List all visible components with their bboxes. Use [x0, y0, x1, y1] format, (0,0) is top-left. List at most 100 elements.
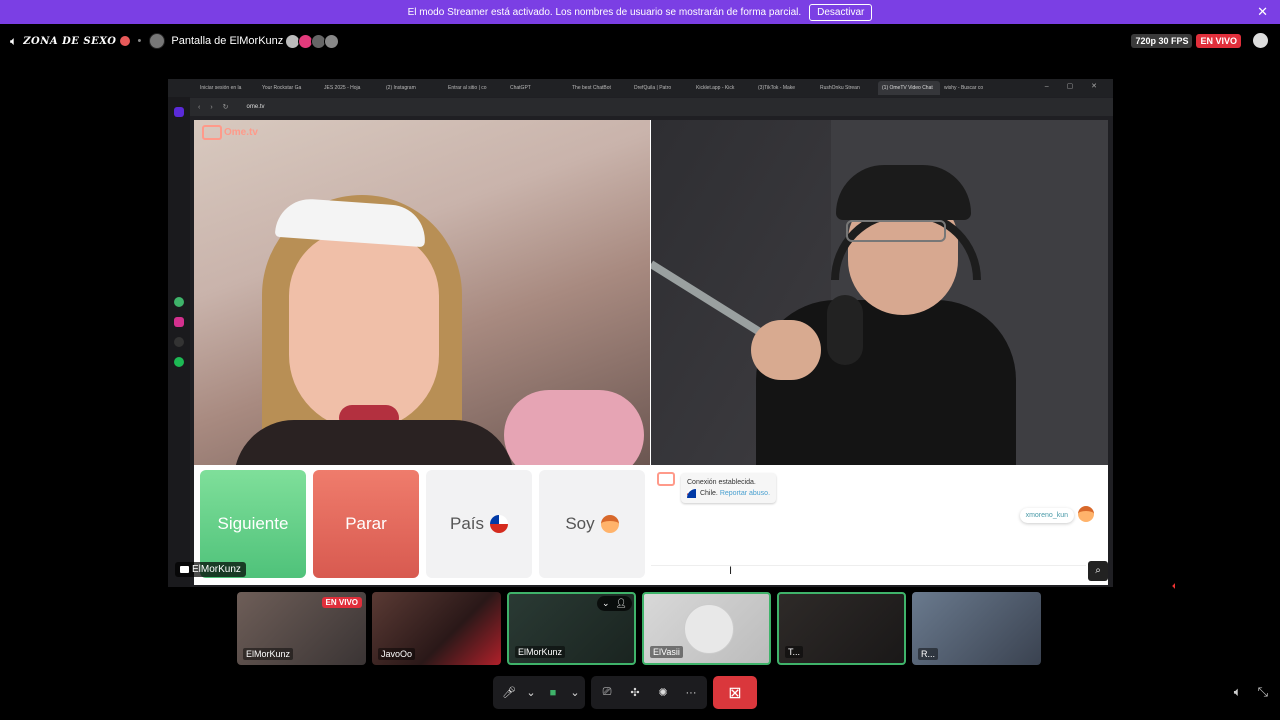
- chevron-down-icon[interactable]: ⌄: [526, 683, 535, 703]
- leave-call-button[interactable]: ⊠: [713, 676, 757, 709]
- volume-icon[interactable]: 🔈︎: [1234, 684, 1242, 700]
- leave-icon: ⊠: [728, 684, 742, 702]
- boy-emoji-icon: [1078, 506, 1094, 522]
- url-text[interactable]: ome.tv: [247, 104, 265, 110]
- chevron-down-icon: ⌄: [602, 598, 610, 608]
- browser-tab[interactable]: Iniciar sesión en la: [196, 85, 258, 91]
- tile-controls[interactable]: ⌄ 👤︎: [597, 596, 632, 611]
- more-icon[interactable]: ···: [681, 683, 701, 703]
- report-abuse-link[interactable]: Reportar abuso.: [720, 490, 770, 497]
- activities-icon[interactable]: ✣: [625, 683, 645, 703]
- stream-status: 720p 30 FPS EN VIVO: [1131, 33, 1268, 48]
- chile-flag-icon: [687, 488, 696, 498]
- microphone: [827, 295, 863, 365]
- tiktok-icon[interactable]: [174, 337, 184, 347]
- participant-name: ElVasii: [650, 646, 683, 658]
- cap: [836, 165, 971, 220]
- chat-input[interactable]: [651, 565, 1086, 579]
- chevron-down-icon[interactable]: ⌄: [570, 683, 579, 703]
- browser-tab-active[interactable]: (1) OmeTV Video Chat: [878, 81, 940, 95]
- live-badge: EN VIVO: [1196, 33, 1241, 48]
- browser-tab[interactable]: wishy - Buscar co: [940, 85, 1002, 91]
- soundboard-icon[interactable]: ✺: [653, 683, 673, 703]
- chat-icon[interactable]: [1253, 33, 1268, 48]
- ometv-controls: Siguiente Parar País Soy: [200, 470, 645, 578]
- participant-tile[interactable]: ElVasii: [642, 592, 771, 665]
- microphone-icon[interactable]: 🎤︎: [499, 683, 519, 703]
- ometv-logo: Ome.tv: [202, 125, 258, 140]
- participant-tile[interactable]: JavoOo: [372, 592, 501, 665]
- person-body: [234, 420, 514, 465]
- fullscreen-exit-icon[interactable]: ⤡: [1258, 684, 1268, 700]
- camera-icon[interactable]: ■: [543, 683, 563, 703]
- browser-tab[interactable]: ChatGPT: [506, 85, 568, 91]
- user-icon: 👤︎: [615, 598, 627, 608]
- browser-tab[interactable]: Kicklet.app - Kick: [692, 85, 754, 91]
- browser-tab[interactable]: (2) Instagram: [382, 85, 444, 91]
- country-label: País: [449, 514, 485, 533]
- browser-tab[interactable]: (3)TikTok - Make: [754, 85, 816, 91]
- stream-title: Pantalla de ElMorKunz: [171, 35, 284, 47]
- plush-toy: [504, 390, 644, 465]
- stranger-video: Ome.tv: [194, 120, 650, 465]
- browser-tab[interactable]: Entrar al sitio | co: [444, 85, 506, 91]
- country-button[interactable]: País: [426, 470, 532, 578]
- participant-tile[interactable]: ⌄ 👤︎ ElMorKunz: [507, 592, 636, 665]
- participant-tile[interactable]: EN VIVO ElMorKunz: [237, 592, 366, 665]
- viewer-avatars[interactable]: [285, 33, 340, 49]
- nav-arrows-icon[interactable]: ‹›↻: [198, 103, 239, 111]
- user-message: xmoreno_kun: [1019, 508, 1074, 523]
- participant-name: T...: [785, 646, 804, 658]
- browser-tab[interactable]: Your Rockstar Ga: [258, 85, 320, 91]
- person-face: [289, 230, 439, 430]
- av-controls: 🎤︎ ⌄ ■ ⌄: [493, 676, 585, 709]
- participant-name: R...: [918, 648, 939, 660]
- viewer-avatar: [324, 33, 340, 49]
- connection-text: Conexión establecida.: [687, 479, 756, 486]
- instagram-icon[interactable]: [174, 317, 184, 327]
- chile-flag-icon: [490, 515, 509, 533]
- hand: [751, 320, 821, 380]
- zoom-icon[interactable]: ⌕: [1088, 561, 1108, 581]
- disable-streamer-mode-button[interactable]: Desactivar: [809, 3, 873, 21]
- participant-tile[interactable]: R...: [912, 592, 1041, 665]
- home-icon[interactable]: [174, 107, 184, 117]
- participant-name: ElMorKunz: [515, 646, 566, 658]
- system-message: Conexión establecida. Chile. Reportar ab…: [681, 473, 777, 504]
- whatsapp-icon[interactable]: [174, 297, 184, 307]
- view-controls: 🔈︎ ⤡: [1234, 684, 1268, 700]
- gender-button[interactable]: Soy: [539, 470, 645, 578]
- participant-tile[interactable]: T...: [777, 592, 906, 665]
- browser-tab[interactable]: DrefQuila | Patro: [630, 85, 692, 91]
- glasses: [846, 220, 946, 242]
- stream-header: 🔈︎ ZONA DE SEXO • Pantalla de ElMorKunz …: [0, 28, 1280, 54]
- browser-tab-bar: Iniciar sesión en la Your Rockstar Ga JE…: [168, 79, 1113, 97]
- extra-controls: ⎚ ✣ ✺ ···: [591, 676, 707, 709]
- screen-share-icon[interactable]: ⎚: [597, 683, 617, 703]
- boy-emoji-icon: [600, 515, 619, 533]
- chat-pane: Conexión establecida. Chile. Reportar ab…: [651, 465, 1108, 585]
- participant-name: ElMorKunz: [243, 648, 294, 660]
- browser-tab[interactable]: The best ChatBot: [568, 85, 630, 91]
- banner-text: El modo Streamer está activado. Los nomb…: [407, 6, 802, 18]
- own-video: [651, 120, 1108, 465]
- volume-icon[interactable]: 🔈︎: [10, 34, 17, 49]
- browser-tab[interactable]: JES 2025 - Hoja: [320, 85, 382, 91]
- spotify-icon[interactable]: [174, 357, 184, 367]
- browser-sidebar: [168, 97, 190, 587]
- close-icon[interactable]: ✕: [1257, 4, 1268, 20]
- window-controls[interactable]: – ▢ ✕: [1045, 82, 1105, 90]
- address-bar[interactable]: ‹›↻ ome.tv: [190, 98, 1113, 116]
- streamer-mode-banner: El modo Streamer está activado. Los nomb…: [0, 0, 1280, 24]
- text-cursor-icon: I: [729, 565, 733, 577]
- stop-button[interactable]: Parar: [313, 470, 419, 578]
- participant-strip: EN VIVO ElMorKunz JavoOo ⌄ 👤︎ ElMorKunz E…: [237, 592, 1041, 665]
- screen-owner-label: ElMorKunz: [175, 562, 246, 577]
- country-text: Chile.: [699, 490, 718, 498]
- channel-name[interactable]: ZONA DE SEXO: [23, 36, 116, 47]
- screen-icon: [180, 566, 189, 573]
- browser-tab[interactable]: RushOnku Strean: [816, 85, 878, 91]
- ometv-avatar-icon: [657, 472, 675, 486]
- channel-emoji-icon: [119, 36, 130, 46]
- mouse-pointer-icon: [1172, 583, 1178, 589]
